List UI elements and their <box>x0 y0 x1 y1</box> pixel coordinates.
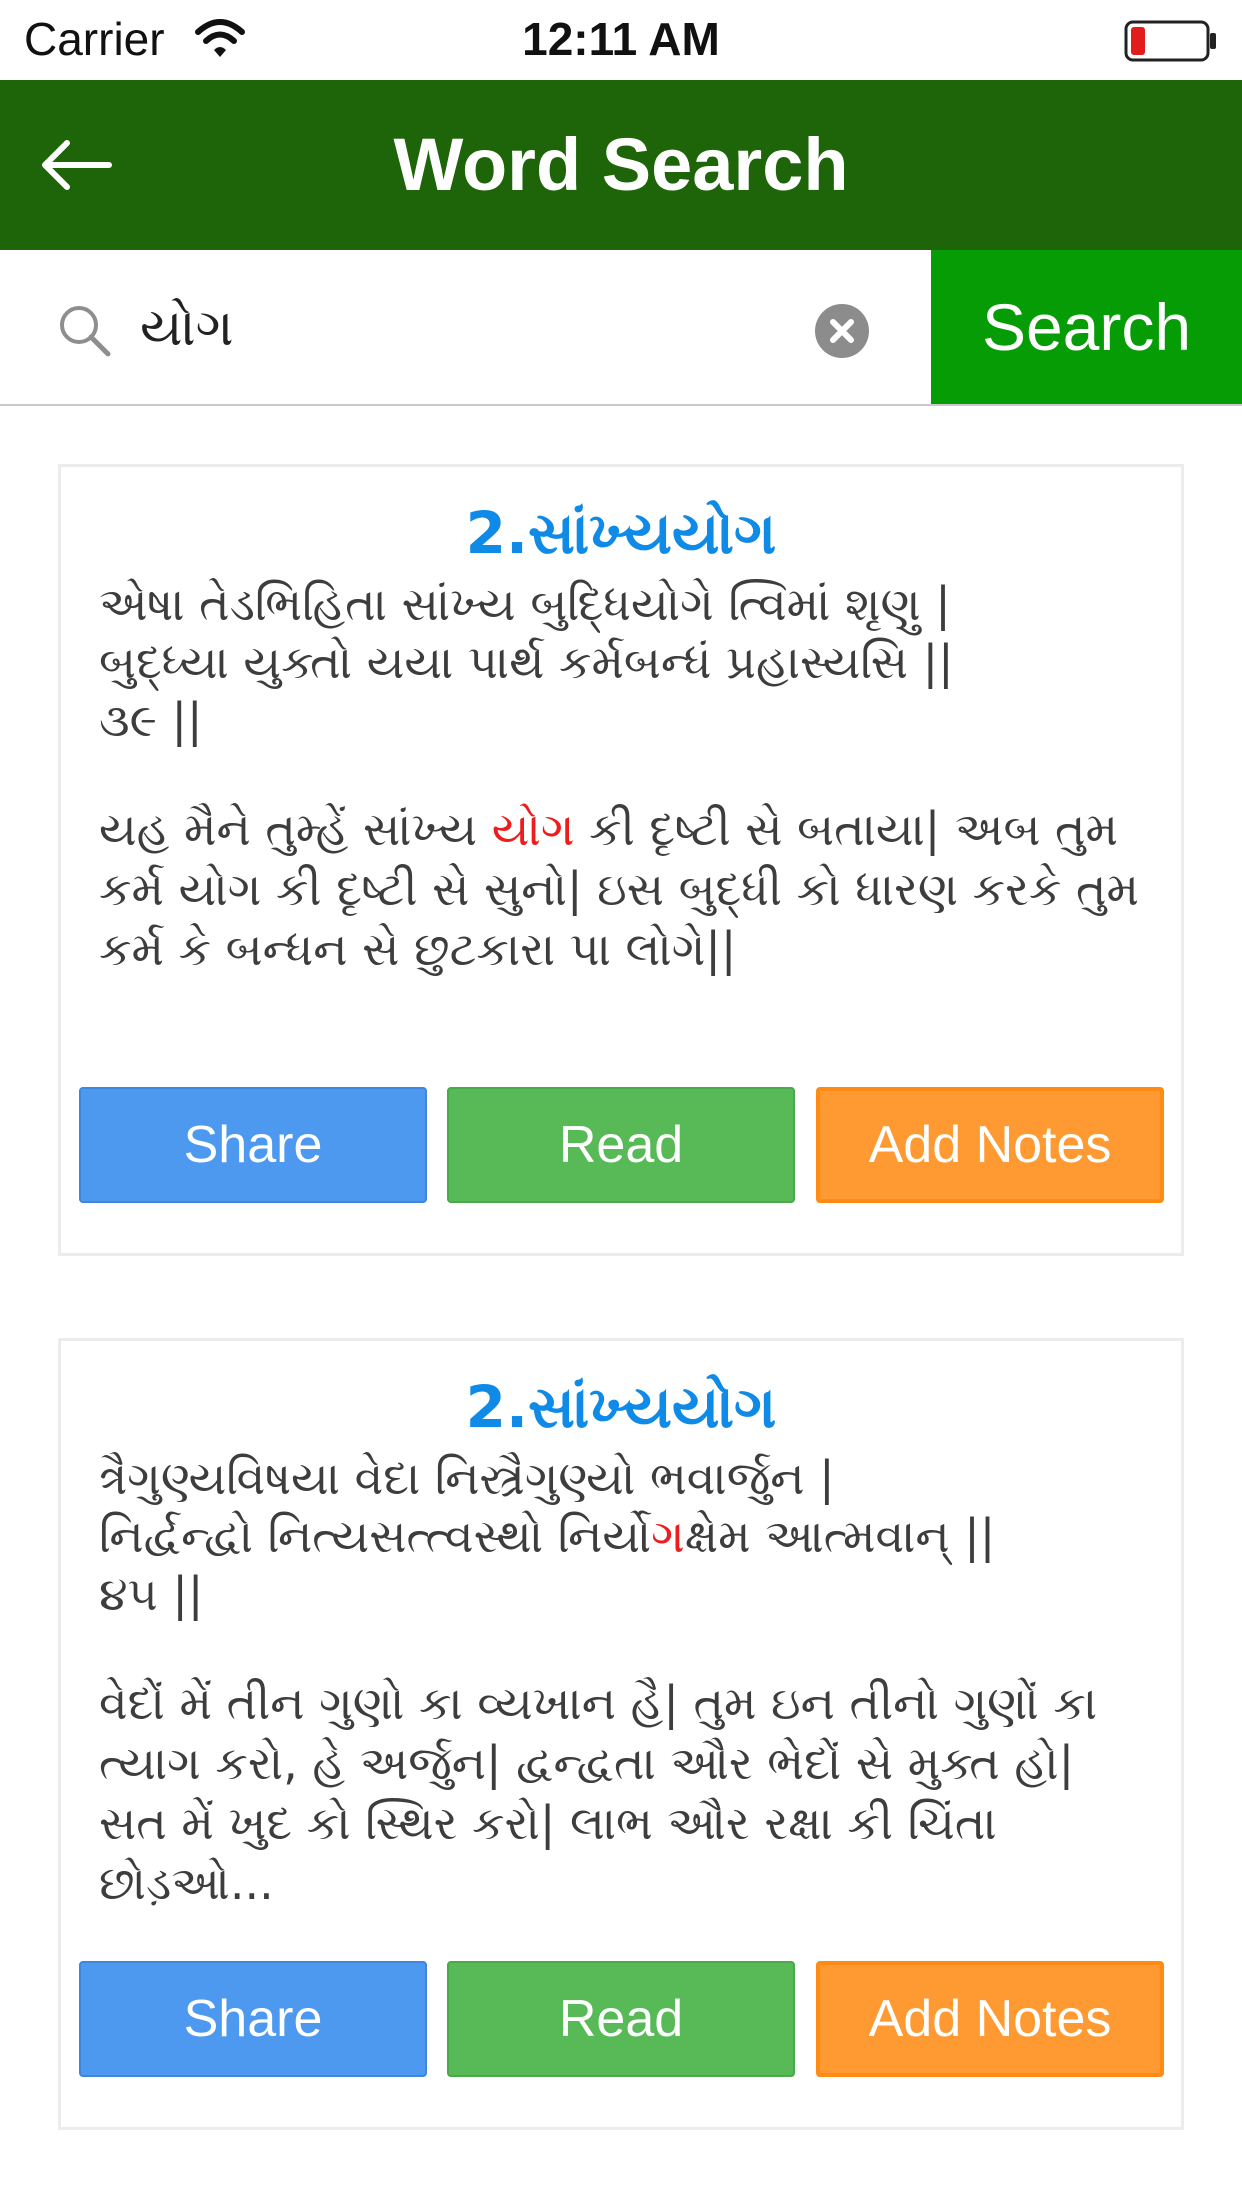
chapter-title: 2.સાંખ્યયોગ <box>465 1373 777 1441</box>
search-match-highlight: ગ <box>651 1509 685 1563</box>
page-title: Word Search <box>393 123 849 206</box>
verse-line: બુદ્ધ્યા યુક્તો યયા પાર્થ કર્મબન્ધં પ્રહ… <box>99 635 954 689</box>
verse-text: ત્રૈગુણ્યવિષયા વેદા નિસ્ત્રૈગુણ્યો ભવાર્… <box>99 1449 1149 1623</box>
search-icon <box>60 306 111 357</box>
search-bar: Search <box>0 250 1242 406</box>
verse-line: એષા તેડભિહિતા સાંખ્ય બુદ્ધિયોગે ત્વિમાં … <box>99 577 951 631</box>
share-button[interactable]: Share <box>79 1961 427 2077</box>
translation-before: યહ મૈને તુમ્હેં સાંખ્ય <box>99 802 492 856</box>
status-time: 12:11 AM <box>522 13 720 65</box>
search-button[interactable]: Search <box>931 250 1242 404</box>
verse-line: ત્રૈગુણ્યવિષયા વેદા નિસ્ત્રૈગુણ્યો ભવાર્… <box>99 1451 835 1505</box>
result-card: 2.સાંખ્યયોગ ત્રૈગુણ્યવિષયા વેદા નિસ્ત્રૈ… <box>58 1338 1184 2130</box>
translation-text: વેદોં મેં તીન ગુણો કા વ્યખાન હૈ| તુમ ઇન … <box>99 1676 1098 1910</box>
verse-text: એષા તેડભિહિતા સાંખ્ય બુદ્ધિયોગે ત્વિમાં … <box>99 575 1149 749</box>
chapter-title: 2.સાંખ્યયોગ <box>465 499 777 567</box>
app-header: Word Search <box>0 80 1242 250</box>
verse-after: ક્ષેમ આત્મવાન્ || <box>684 1509 996 1563</box>
translation-text: યહ મૈને તુમ્હેં સાંખ્ય યોગ કી દૃષ્ટી સે … <box>99 799 1149 979</box>
verse-line: ૩૯ || <box>99 693 203 747</box>
read-button[interactable]: Read <box>447 1961 795 2077</box>
clear-icon[interactable] <box>814 303 870 359</box>
status-bar: Carrier 12:11 AM <box>0 0 1242 80</box>
search-input[interactable] <box>140 280 780 376</box>
search-match-highlight: યોગ <box>491 802 575 856</box>
verse-before: નિર્દ્વન્દ્વો નિત્યસત્ત્વસ્થો નિર્યો <box>99 1509 652 1563</box>
read-button[interactable]: Read <box>447 1087 795 1203</box>
share-button[interactable]: Share <box>79 1087 427 1203</box>
battery-icon <box>1124 20 1216 62</box>
verse-line: ૪૫ || <box>99 1567 204 1621</box>
word-search-screen: Carrier 12:11 AM Word Search યોગ Search … <box>0 0 1242 2208</box>
add-notes-button[interactable]: Add Notes <box>816 1961 1164 2077</box>
result-card: 2.સાંખ્યયોગ એષા તેડભિહિતા સાંખ્ય બુદ્ધિય… <box>58 464 1184 1256</box>
verse-line: નિર્દ્વન્દ્વો નિત્યસત્ત્વસ્થો નિર્યોગક્ષ… <box>99 1507 1149 1565</box>
add-notes-button[interactable]: Add Notes <box>816 1087 1164 1203</box>
